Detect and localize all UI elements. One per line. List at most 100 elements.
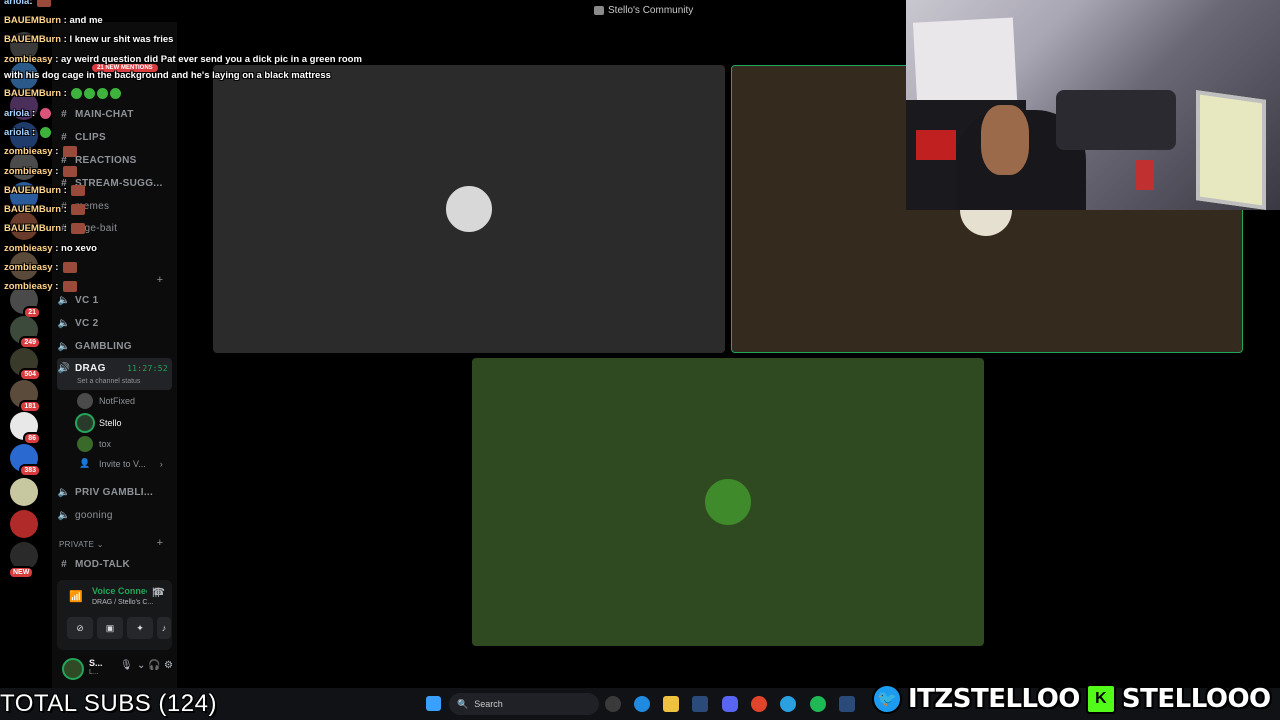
microphone-icon[interactable]: 🎙 [120,660,133,671]
headphones-icon[interactable]: 🎧 [148,660,160,671]
chat-message: zombieasy : ay weird question did Pat ev… [4,54,362,65]
chat-message: BAUEMBurn : [4,185,86,196]
avatar[interactable] [62,658,84,680]
user-status: L... [89,669,99,676]
voice-member[interactable]: NotFixed [77,393,135,409]
avatar [77,436,93,452]
channel-mod-talk[interactable]: # MOD-TALK [57,554,172,574]
username: S... [89,658,103,668]
windows-start-icon[interactable] [426,696,441,711]
invite-to-voice[interactable]: 👤 Invite to V... › [77,458,163,469]
participant-avatar [702,476,754,528]
app-icon[interactable] [605,696,621,712]
server-icon[interactable] [10,478,38,506]
mention-badge: 383 [19,464,41,477]
speaker-icon: 🔈 [57,317,71,329]
disconnect-icon[interactable]: ☎ [153,587,165,598]
voice-channel-gooning[interactable]: 🔈 gooning [57,505,172,525]
chevron-down-icon[interactable]: ⌄ [137,660,145,671]
server-icon[interactable] [10,510,38,538]
screen-share-button[interactable]: ▣ [97,617,123,639]
avatar [77,393,93,409]
chat-message: BAUEMBurn : [4,204,86,215]
server-icon[interactable]: 504 [10,348,41,381]
chevron-down-icon: ⌄ [96,540,104,549]
call-timer: 11:27:52 [127,364,168,373]
discord-icon[interactable] [722,696,738,712]
steam-icon[interactable] [839,696,855,712]
chevron-right-icon: › [159,458,163,469]
chat-message: BAUEMBurn : I knew ur shit was fries [4,34,174,45]
chat-message: zombieasy : no xevo [4,243,97,254]
emote-icon [71,185,86,196]
webcam-feed [906,0,1280,210]
taskbar-search[interactable]: 🔍 Search [449,693,599,715]
emote-icon [110,88,122,99]
soundboard-button[interactable]: ♪ [157,617,171,639]
server-icon [594,6,604,15]
kick-handle: STELLOOO [1121,684,1271,714]
telegram-icon[interactable] [780,696,796,712]
chair-accent [916,130,956,160]
voice-location[interactable]: DRAG / Stello's C... [92,599,153,606]
monitor [1196,90,1266,210]
chat-message: zombieasy : [4,146,78,157]
avatar [77,415,93,431]
settings-gear-icon[interactable]: ⚙ [164,660,173,671]
channel-status[interactable]: Set a channel status [77,378,140,385]
speaker-icon: 🔈 [57,509,71,521]
video-tile[interactable] [472,358,984,646]
camera-off-button[interactable]: ⊘ [67,617,93,639]
add-user-icon: 👤 [79,458,91,468]
twitter-handle: ITZSTELLOO [908,684,1080,714]
chrome-icon[interactable] [751,696,767,712]
category-private[interactable]: PRIVATE ⌄ [59,540,104,549]
emote-icon [71,88,83,99]
emote-icon [37,0,52,7]
voice-channel-drag[interactable]: 🔊 DRAG 11:27:52 [57,358,172,390]
spotify-icon[interactable] [810,696,826,712]
chat-message: BAUEMBurn : [4,223,86,234]
chat-message: zombieasy : [4,281,78,292]
voice-member[interactable]: Stello [77,415,122,431]
window-title: Stello's Community [594,5,693,16]
voice-status[interactable]: Voice Connected [92,586,147,596]
participant-avatar [443,183,495,235]
emote-icon [39,108,51,119]
emote-icon [84,88,96,99]
stream-chat-overlay: ariola: BAUEMBurn : and me BAUEMBurn : I… [0,0,420,300]
emote-icon [39,127,51,138]
emote-icon [63,262,78,273]
chat-message: BAUEMBurn : [4,88,122,99]
voice-channel-gambling[interactable]: 🔈 GAMBLING [57,336,172,356]
server-icon[interactable]: 181 [10,380,41,413]
file-explorer-icon[interactable] [663,696,679,712]
speaker-icon: 🔈 [57,486,71,498]
total-subs-overlay: TOTAL SUBS (124) [0,690,217,717]
edge-browser-icon[interactable] [634,696,650,712]
user-panel: S... L... 🎙 ⌄ 🎧 ⚙ [52,650,177,688]
server-icon[interactable]: NEW [8,542,38,579]
twitter-icon: 🐦 [872,684,902,714]
chat-message: ariola : [4,127,51,138]
emote-icon [63,281,78,292]
mention-badge: 86 [23,432,41,445]
new-badge: NEW [8,566,35,579]
activities-button[interactable]: ✦ [127,617,153,639]
chat-message: zombieasy : [4,166,78,177]
server-icon[interactable]: 383 [10,444,41,477]
voice-channel-vc2[interactable]: 🔈 VC 2 [57,313,172,333]
voice-member[interactable]: tox [77,436,111,452]
hash-icon: # [61,558,67,570]
bed-pillows [1056,90,1176,150]
chat-message: ariola: [4,0,52,7]
kick-icon: K [1085,684,1116,714]
voice-channel-priv-gambling[interactable]: 🔈 PRIV GAMBLI... [57,482,172,502]
speaker-icon: 🔊 [57,363,71,374]
steam-icon[interactable] [692,696,708,712]
emote-icon [71,204,86,215]
server-icon[interactable]: 86 [10,412,41,445]
add-channel-icon[interactable]: + [157,537,163,549]
speaker-icon: 🔈 [57,340,71,352]
server-icon[interactable]: 249 [10,316,41,349]
